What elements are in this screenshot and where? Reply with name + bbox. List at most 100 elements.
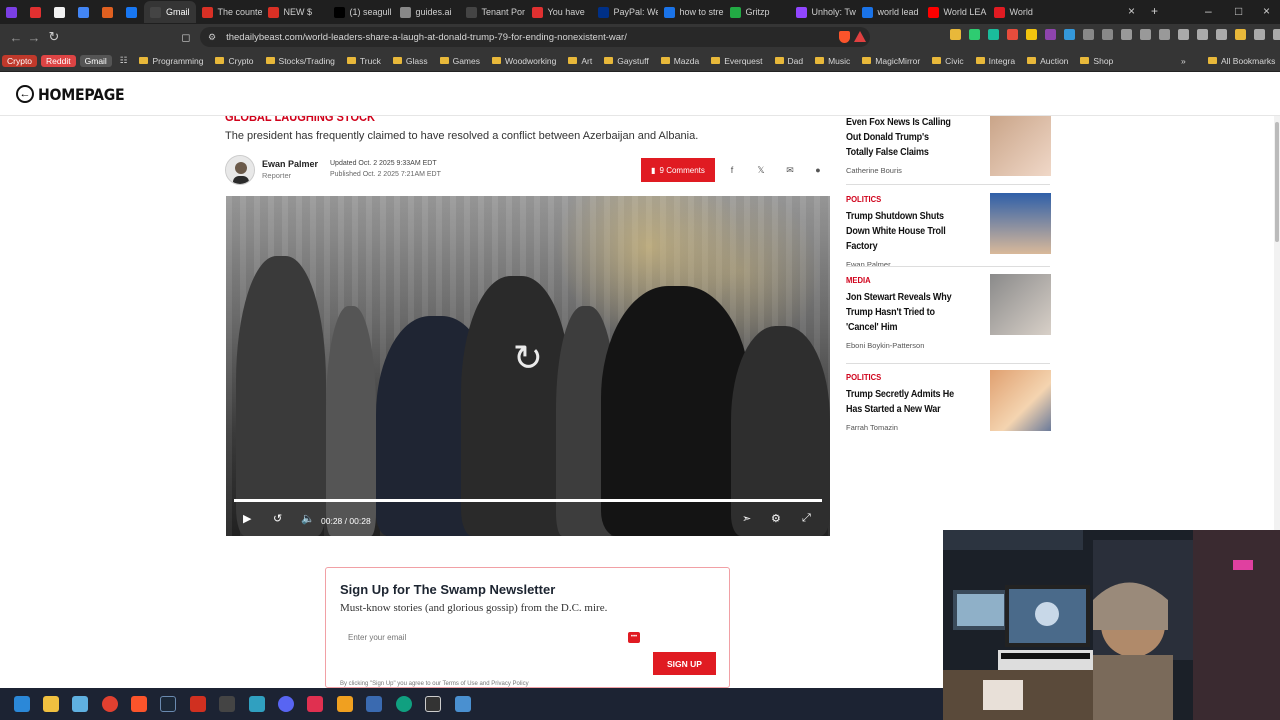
chrome-icon[interactable] [102, 696, 118, 712]
sidebar-story-thumbnail[interactable] [990, 370, 1051, 431]
browser-tab[interactable]: Unholy: Tw [790, 1, 856, 23]
terminal-icon[interactable] [425, 696, 441, 712]
replay-icon[interactable]: ↻ [508, 338, 548, 378]
discord-icon[interactable] [278, 696, 294, 712]
browser-tab[interactable]: World LEA [922, 1, 988, 23]
bookmark-item[interactable]: Games [434, 56, 486, 66]
window-close-icon[interactable]: × [1263, 4, 1270, 18]
brave-icon[interactable] [131, 696, 147, 712]
bookmark-item[interactable]: Gmail [79, 54, 112, 67]
browser-tab[interactable] [72, 1, 96, 23]
settings-icon[interactable]: ⚙ [771, 512, 781, 525]
browser-tab[interactable]: how to stre [658, 1, 724, 23]
browser-tab[interactable]: Tenant Por [460, 1, 526, 23]
extension-icon[interactable] [1007, 29, 1018, 40]
play-icon[interactable]: ▶ [243, 512, 251, 525]
extension-icon[interactable] [1045, 29, 1056, 40]
bookmark-item[interactable]: Dad [769, 56, 810, 66]
sidebar-story-thumbnail[interactable] [990, 274, 1051, 335]
sidebar-story-title[interactable]: Even Fox News Is Calling Out Donald Trum… [846, 115, 958, 160]
all-bookmarks[interactable]: All Bookmarks [1202, 56, 1280, 66]
app-icon[interactable] [307, 696, 323, 712]
bookmark-item[interactable]: Truck [341, 56, 387, 66]
author-name[interactable]: Ewan Palmer [262, 159, 318, 169]
extension-icon[interactable] [1273, 29, 1280, 40]
app-icon[interactable] [190, 696, 206, 712]
back-arrow-icon[interactable]: ← [16, 85, 34, 103]
browser-tab[interactable]: world lead [856, 1, 922, 23]
extension-icon[interactable] [988, 29, 999, 40]
browser-tab[interactable]: PayPal: We [592, 1, 658, 23]
bookmark-item[interactable]: Crypto [209, 56, 259, 66]
sidebar-story[interactable]: Even Fox News Is Calling Out Donald Trum… [846, 115, 1051, 185]
video-progress-bar[interactable] [234, 499, 822, 502]
sidebar-story[interactable]: POLITICS Trump Shutdown Shuts Down White… [846, 193, 1051, 269]
app-icon[interactable] [396, 696, 412, 712]
fullscreen-icon[interactable]: ⤢ [802, 512, 811, 525]
sidebar-story-byline[interactable]: Ewan Palmer [846, 260, 1051, 269]
steam-icon[interactable] [160, 696, 176, 712]
calculator-icon[interactable] [219, 696, 235, 712]
newsletter-terms[interactable]: By clicking "Sign Up" you agree to our T… [340, 681, 529, 687]
extension-icon[interactable] [1121, 29, 1132, 40]
sidebar-story-thumbnail[interactable] [990, 193, 1051, 254]
bookmark-item[interactable]: Shop [1074, 56, 1119, 66]
browser-tab[interactable]: (1) seagull [328, 1, 394, 23]
app-icon[interactable] [249, 696, 265, 712]
app-icon[interactable] [72, 696, 88, 712]
bookmark-item[interactable]: Mazda [655, 56, 706, 66]
browser-tab[interactable]: NEW $ [262, 1, 328, 23]
back-icon[interactable]: ← [6, 30, 26, 45]
bookmark-item[interactable]: MagicMirror [856, 56, 926, 66]
reddit-share-icon[interactable]: ● [810, 162, 826, 178]
bookmark-item[interactable]: Woodworking [486, 56, 562, 66]
brave-rewards-icon[interactable] [854, 31, 866, 42]
bookmark-item[interactable]: Stocks/Trading [260, 56, 341, 66]
browser-tab[interactable] [48, 1, 72, 23]
extension-icon[interactable] [1064, 29, 1075, 40]
browser-tab[interactable]: Gmail [144, 1, 196, 23]
brave-shield-icon[interactable] [839, 31, 850, 43]
sidebar-story-title[interactable]: Trump Shutdown Shuts Down White House Tr… [846, 209, 958, 254]
bookmark-item[interactable]: Programming [133, 56, 209, 66]
extension-icon[interactable] [1102, 29, 1113, 40]
sidebar-story-byline[interactable]: Eboni Boykin-Patterson [846, 341, 1051, 350]
sidebar-story-thumbnail[interactable] [990, 115, 1051, 176]
extension-icon[interactable] [1197, 29, 1208, 40]
extension-icon[interactable] [1083, 29, 1094, 40]
browser-tab[interactable] [120, 1, 144, 23]
bookmark-item[interactable]: Everquest [705, 56, 768, 66]
bookmark-item[interactable]: Reddit [41, 54, 76, 67]
email-share-icon[interactable]: ✉ [782, 162, 798, 178]
more-bookmarks-icon[interactable]: » [1175, 56, 1192, 66]
rewind-icon[interactable]: ↺ [273, 512, 282, 525]
extension-icon[interactable] [950, 29, 961, 40]
app-icon[interactable] [337, 696, 353, 712]
extension-icon[interactable] [1254, 29, 1265, 40]
sign-up-button[interactable]: SIGN UP [653, 652, 716, 675]
extension-icon[interactable] [969, 29, 980, 40]
scrollbar-thumb[interactable] [1275, 122, 1279, 242]
sidebar-story-title[interactable]: Trump Secretly Admits He Has Started a N… [846, 387, 958, 417]
share-icon[interactable]: ➣ [742, 512, 751, 525]
bookmark-item[interactable]: Gaystuff [598, 56, 655, 66]
volume-icon[interactable]: 🔈 [301, 512, 315, 525]
new-tab-icon[interactable]: + [1151, 4, 1158, 18]
site-info-icon[interactable]: ⚙ [208, 32, 216, 43]
browser-tab[interactable]: You have [526, 1, 592, 23]
extension-icon[interactable] [1026, 29, 1037, 40]
extension-icon[interactable] [1178, 29, 1189, 40]
bookmark-item[interactable]: Civic [926, 56, 969, 66]
extension-icon[interactable] [1140, 29, 1151, 40]
bookmark-item[interactable]: Art [562, 56, 598, 66]
sidebar-story-title[interactable]: Jon Stewart Reveals Why Trump Hasn't Tri… [846, 290, 958, 335]
forward-icon[interactable]: → [24, 30, 44, 45]
minimize-icon[interactable]: – [1205, 4, 1212, 18]
address-bar[interactable]: ⚙ thedailybeast.com/world-leaders-share-… [200, 27, 870, 47]
file-explorer-icon[interactable] [43, 696, 59, 712]
notepad-icon[interactable] [455, 696, 471, 712]
bookmark-item[interactable]: Glass [387, 56, 434, 66]
sidebar-story[interactable]: MEDIA Jon Stewart Reveals Why Trump Hasn… [846, 274, 1051, 350]
browser-tab[interactable]: Gritzp [724, 1, 790, 23]
extension-icon[interactable] [1159, 29, 1170, 40]
